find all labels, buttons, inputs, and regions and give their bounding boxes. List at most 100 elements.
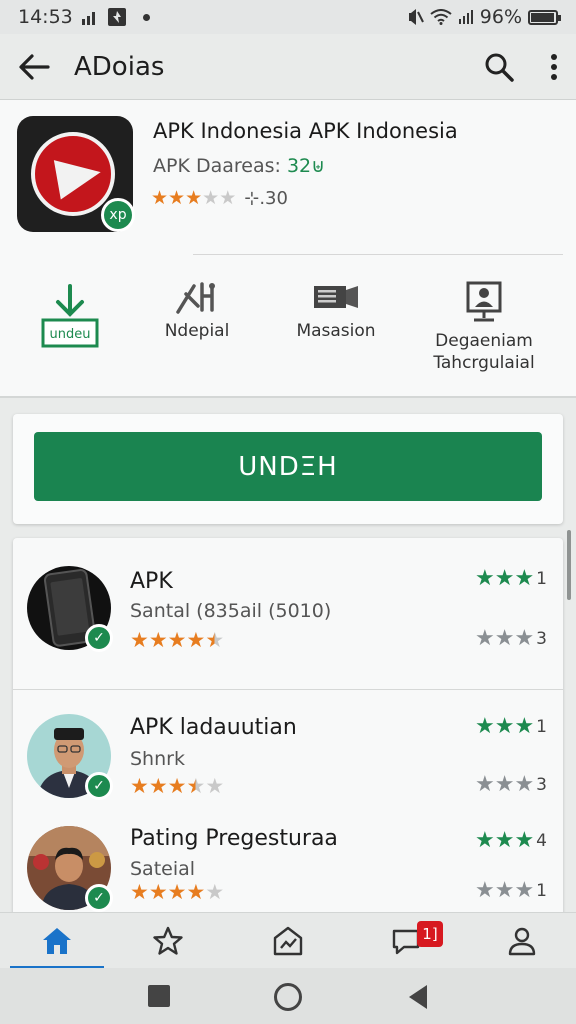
home-icon — [43, 928, 71, 954]
action-label: Ndepial — [164, 321, 230, 341]
bottom-navigation: 1] — [0, 912, 576, 969]
app-rating: ★ ★ ★ ★ ★ ⊹.30 — [151, 188, 288, 209]
status-time: 14:53 — [18, 6, 73, 28]
avatar: ✓ — [27, 714, 113, 800]
notification-app-icon — [107, 8, 126, 26]
mute-icon — [408, 9, 424, 25]
page-title: ADoias — [74, 51, 165, 82]
scrollbar[interactable] — [567, 530, 571, 600]
rating-star-icon: ★ — [186, 880, 206, 904]
arrow-left-icon[interactable] — [18, 53, 50, 81]
action-degaeniam[interactable]: Degaeniam Tahcrgulaial — [419, 280, 549, 374]
list-item-right-bottom-rating: ★★★ 3 — [475, 628, 547, 650]
nav-profile[interactable] — [467, 913, 576, 969]
rating-star-icon: ★ — [168, 187, 186, 209]
list-item-rating-stars: ★ ★ ★ ★ ★ — [130, 776, 224, 797]
wifi-icon — [430, 9, 452, 25]
app-rating-stars: ★ ★ ★ ★ ★ — [151, 189, 236, 208]
notification-dot-icon — [142, 13, 150, 21]
rating-count: 1 — [536, 881, 547, 901]
search-icon[interactable] — [484, 52, 514, 82]
install-card: UNDΞH — [13, 414, 563, 524]
action-label: Masasion — [296, 321, 376, 341]
rating-star-icon: ★ — [219, 187, 237, 209]
download-icon-text: undeu — [50, 327, 91, 342]
list-item-rating-stars: ★ ★ ★ ★ ★ — [130, 882, 224, 903]
verified-check-icon: ✓ — [85, 772, 113, 800]
list-item-subtitle: Shnrk — [130, 748, 185, 770]
system-navigation — [0, 968, 576, 1024]
rating-count: 3 — [536, 629, 547, 649]
rating-count: 1 — [536, 569, 547, 589]
list-item-rating-stars: ★ ★ ★ ★ ★ — [130, 630, 224, 651]
tools-icon — [176, 282, 215, 314]
avatar: ✓ — [27, 826, 113, 912]
verified-check-icon: ✓ — [85, 624, 113, 652]
nav-messages[interactable]: 1] — [353, 913, 463, 969]
app-rating-text: ⊹.30 — [244, 188, 288, 209]
grey-stars: ★★★ — [475, 772, 535, 797]
app-subtitle: APK Daareas: 32⊎ — [153, 155, 325, 177]
rating-count: 1 — [536, 717, 547, 737]
rating-star-icon: ★ — [205, 774, 225, 798]
related-list: ✓ APK Santal (835ail (5010) ★ ★ ★ ★ ★ ★★★ 1 ★… — [13, 538, 563, 918]
install-button[interactable]: UNDΞH — [34, 432, 542, 501]
signal-icon — [81, 12, 95, 25]
rating-star-icon: ★ — [167, 628, 187, 652]
battery-icon — [528, 9, 561, 25]
rating-star-icon: ★ — [167, 774, 187, 798]
projector-icon — [314, 286, 358, 308]
nav-favorites[interactable] — [113, 913, 223, 969]
app-name: APK Indonesia APK Indonesia — [153, 119, 458, 143]
list-item-subtitle: Sateial — [130, 858, 196, 880]
rating-star-icon: ★ — [186, 774, 206, 798]
list-item[interactable]: ✓ APK Santal (835ail (5010) ★ ★ ★ ★ ★ ★★★ 1 ★… — [13, 538, 563, 690]
rating-star-icon: ★ — [185, 187, 203, 209]
star-icon — [153, 926, 183, 955]
grey-stars: ★★★ — [475, 878, 535, 903]
play-arrow-icon — [53, 152, 105, 200]
store-icon — [273, 926, 303, 956]
rating-star-icon: ★ — [167, 880, 187, 904]
home-circle-icon[interactable] — [274, 983, 302, 1011]
app-subtitle-label: APK Daareas: — [153, 155, 281, 177]
recents-icon[interactable] — [148, 985, 170, 1007]
person-icon — [508, 927, 536, 956]
list-item-right-top-rating: ★★★ 1 — [475, 568, 547, 590]
notification-badge: 1] — [417, 921, 443, 947]
app-logo-ring — [31, 132, 115, 216]
rating-star-icon: ★ — [202, 187, 220, 209]
green-stars: ★★★ — [475, 828, 535, 853]
rating-star-icon: ★ — [148, 628, 168, 652]
header-divider — [193, 254, 563, 255]
rating-star-icon: ★ — [151, 187, 169, 209]
action-label: Degaeniam Tahcrgulaial — [433, 331, 535, 373]
list-item-title: APK — [130, 569, 173, 594]
status-bar: 14:53 96% — [0, 0, 576, 34]
app-logo-badge: xp — [101, 198, 135, 232]
list-item-right-bottom-rating: ★★★ 3 — [475, 774, 547, 796]
list-item[interactable]: ✓ Pating Pregesturaa Sateial ★ ★ ★ ★ ★ ★★★ 4 … — [13, 808, 563, 918]
rating-star-icon: ★ — [148, 774, 168, 798]
app-logo: xp — [17, 116, 135, 232]
action-ndepial[interactable]: Ndepial — [132, 280, 262, 342]
rating-star-icon: ★ — [130, 774, 149, 798]
list-item-right-top-rating: ★★★ 1 — [475, 716, 547, 738]
action-masasion[interactable]: Masasion — [271, 280, 401, 342]
nav-home[interactable] — [2, 913, 112, 969]
grey-stars: ★★★ — [475, 626, 535, 651]
back-triangle-icon[interactable] — [407, 983, 429, 1015]
download-icon: undeu — [41, 284, 99, 348]
app-subtitle-value: 32⊎ — [286, 155, 326, 177]
list-item-right-bottom-rating: ★★★ 1 — [475, 880, 547, 902]
download-action[interactable]: undeu — [5, 284, 135, 348]
rating-star-icon: ★ — [205, 628, 225, 652]
rating-star-icon: ★ — [205, 880, 225, 904]
app-bar: ADoias — [0, 34, 576, 100]
battery-percent: 96% — [479, 6, 522, 28]
rating-star-icon: ★ — [148, 880, 168, 904]
more-vertical-icon[interactable] — [550, 53, 558, 81]
nav-store[interactable] — [233, 913, 343, 969]
green-stars: ★★★ — [475, 714, 535, 739]
list-item-right-top-rating: ★★★ 4 — [475, 830, 547, 852]
